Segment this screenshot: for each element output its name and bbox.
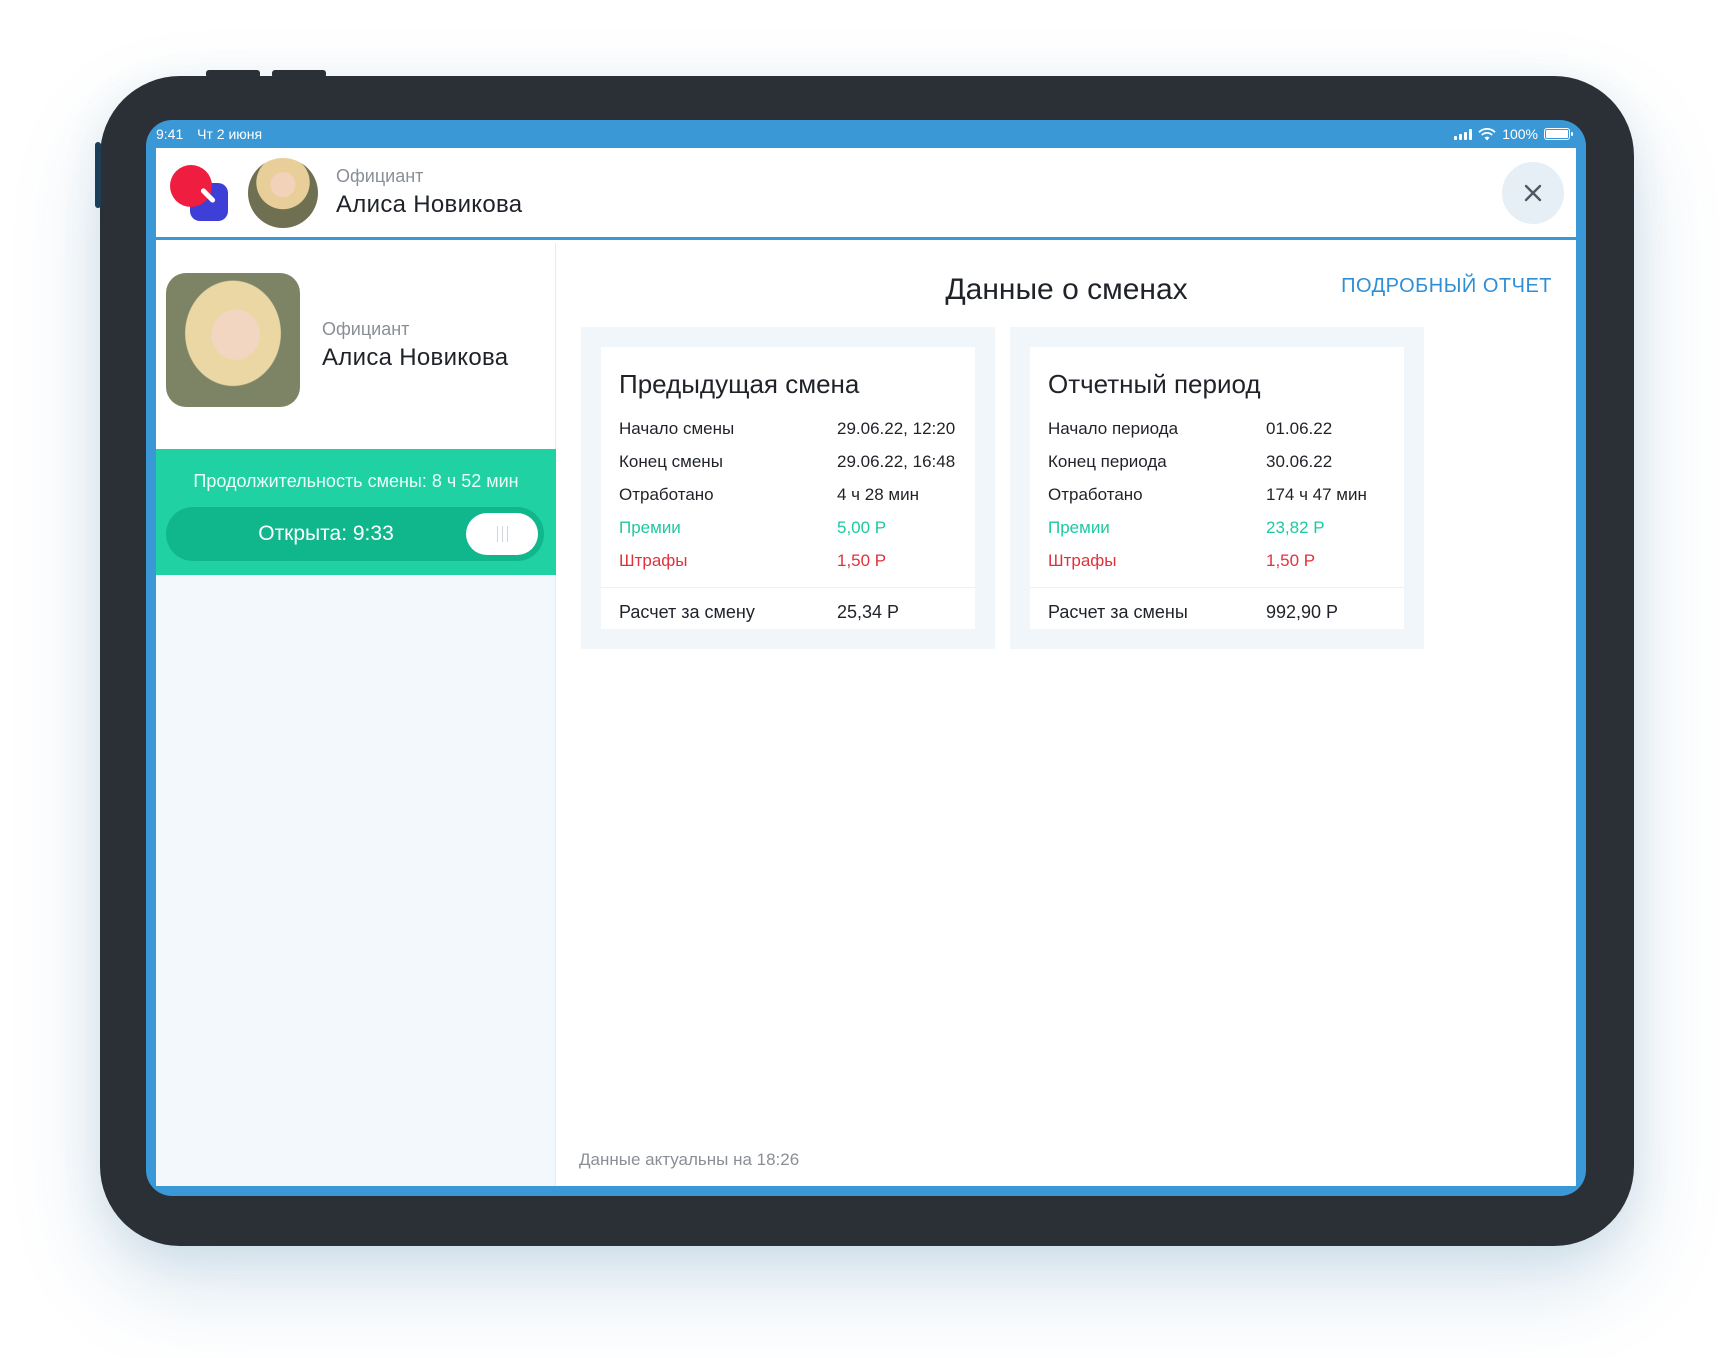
total-row: Расчет за смены 992,90 Р [1030,588,1404,636]
sidebar: Официант Алиса Новикова Продолжительност… [156,243,556,1186]
stat-label: Конец смены [619,451,723,471]
status-bar: 9:41 Чт 2 июня 100% [146,120,1586,148]
battery-icon [1544,128,1573,140]
previous-shift-card: Предыдущая смена Начало смены 29.06.22, 1… [581,327,995,649]
status-right: 100% [1454,126,1573,142]
bonus-row: Премии 5,00 Р [601,511,975,544]
fine-row: Штрафы 1,50 Р [1030,544,1404,577]
main-content: Данные о сменах ПОДРОБНЫЙ ОТЧЕТ Предыдущ… [557,243,1576,1186]
stat-label: Начало периода [1048,418,1179,438]
cellular-signal-icon [1454,128,1473,140]
fine-row: Штрафы 1,50 Р [601,544,975,577]
tablet-screen: 9:41 Чт 2 июня 100% Официант Алиса Новик… [146,120,1586,1196]
total-label: Расчет за смену [619,601,755,622]
close-icon [1524,184,1542,202]
header-user-name: Алиса Новикова [336,191,523,218]
header-user-role: Официант [336,166,424,186]
stat-value: 4 ч 28 мин [837,484,919,504]
sidebar-user-role: Официант [322,319,410,339]
total-label: Расчет за смены [1048,601,1188,622]
stat-label: Премии [619,517,681,537]
sidebar-user-name: Алиса Новикова [322,344,509,371]
shift-status-label: Открыта: 9:33 [258,522,394,545]
shift-panel: Продолжительность смены: 8 ч 52 мин Откр… [156,449,556,575]
stat-value: 29.06.22, 16:48 [837,451,956,471]
card-title: Предыдущая смена [619,369,860,399]
top-bar: Официант Алиса Новикова [156,148,1576,240]
stat-row: Конец периода 30.06.22 [1030,445,1404,478]
header-user-info: Официант Алиса Новикова [336,166,522,219]
app-window: Официант Алиса Новикова Официант Алиса Н… [156,148,1576,1186]
user-avatar[interactable] [248,157,318,228]
total-value: 992,90 Р [1266,601,1339,622]
bonus-row: Премии 23,82 Р [1030,511,1404,544]
shift-duration: Продолжительность смены: 8 ч 52 мин [193,471,519,491]
stat-row: Отработано 174 ч 47 мин [1030,478,1404,511]
data-timestamp: Данные актуальны на 18:26 [579,1150,800,1169]
stat-label: Отработано [619,484,714,504]
detailed-report-link[interactable]: ПОДРОБНЫЙ ОТЧЕТ [1341,275,1552,298]
stat-label: Премии [1048,517,1110,537]
profile-photo [166,273,300,407]
card-title: Отчетный период [1048,369,1261,399]
stat-label: Отработано [1048,484,1143,504]
stat-label: Конец периода [1048,451,1167,471]
status-time: 9:41 [156,126,184,142]
stat-value: 5,00 Р [837,517,887,537]
battery-percent: 100% [1502,126,1538,142]
stat-row: Отработано 4 ч 28 мин [601,478,975,511]
wifi-icon [1478,127,1496,140]
sidebar-profile: Официант Алиса Новикова [156,243,555,449]
stat-value: 30.06.22 [1266,451,1333,471]
stat-row: Начало периода 01.06.22 [1030,412,1404,445]
stat-label: Штрафы [1048,550,1117,570]
toggle-knob-handle[interactable] [466,513,538,555]
stat-label: Штрафы [619,550,688,570]
status-date: Чт 2 июня [197,126,263,142]
status-left: 9:41 Чт 2 июня [156,126,272,142]
stat-value: 1,50 Р [1266,550,1316,570]
sidebar-user-info: Официант Алиса Новикова [322,319,508,372]
side-button [95,142,101,208]
stat-value: 1,50 Р [837,550,887,570]
total-row: Расчет за смену 25,34 Р [601,588,975,636]
stat-value: 01.06.22 [1266,418,1333,438]
stat-label: Начало смены [619,418,735,438]
report-period-card: Отчетный период Начало периода 01.06.22 К… [1010,327,1424,649]
shift-toggle[interactable]: Открыта: 9:33 [166,507,544,561]
stat-row: Конец смены 29.06.22, 16:48 [601,445,975,478]
app-logo-icon [170,163,230,223]
stat-value: 174 ч 47 мин [1266,484,1367,504]
stat-value: 29.06.22, 12:20 [837,418,956,438]
total-value: 25,34 Р [837,601,900,622]
stat-row: Начало смены 29.06.22, 12:20 [601,412,975,445]
close-button[interactable] [1502,162,1564,224]
stat-value: 23,82 Р [1266,517,1325,537]
